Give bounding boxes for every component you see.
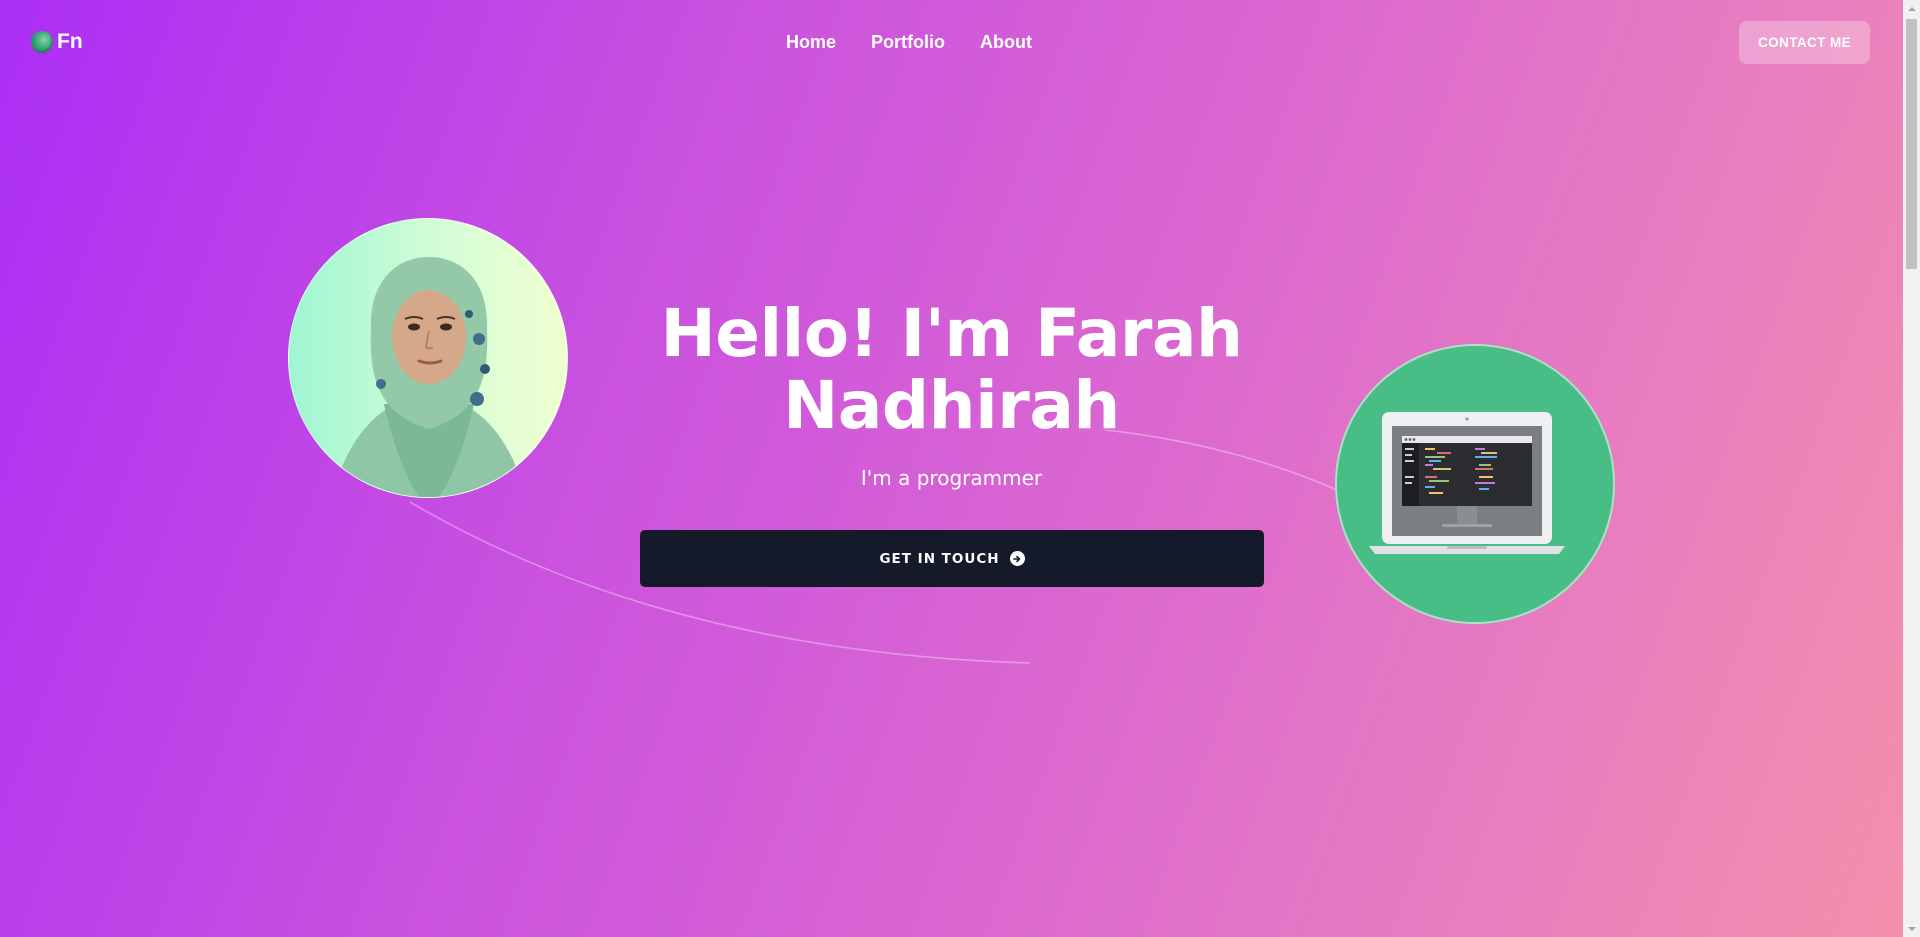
hero-title-line2: Nadhirah — [783, 367, 1120, 444]
laptop-icon — [1369, 412, 1565, 554]
profile-portrait-illustration — [331, 257, 527, 497]
profile-photo — [288, 218, 568, 498]
main-nav: Home Portfolio About — [786, 31, 1032, 53]
logo-text: Fn — [57, 30, 83, 53]
get-in-touch-button[interactable]: GET IN TOUCH — [640, 530, 1264, 587]
nav-link-about[interactable]: About — [980, 31, 1032, 53]
contact-me-button[interactable]: CONTACT ME — [1739, 21, 1870, 64]
scroll-up-icon[interactable] — [1903, 0, 1920, 17]
landing-page: Fn Home Portfolio About CONTACT ME Hello… — [0, 0, 1903, 937]
vertical-scrollbar[interactable] — [1903, 0, 1920, 937]
nav-link-home[interactable]: Home — [786, 31, 836, 53]
laptop-illustration — [1335, 344, 1615, 624]
hero-title-line1: Hello! I'm Farah — [660, 295, 1243, 372]
nav-link-portfolio[interactable]: Portfolio — [871, 31, 945, 53]
hero-subtitle: I'm a programmer — [860, 466, 1043, 490]
scroll-thumb[interactable] — [1906, 19, 1917, 269]
logo[interactable]: Fn — [31, 30, 83, 54]
scroll-down-icon[interactable] — [1903, 920, 1920, 937]
logo-icon — [31, 31, 53, 53]
get-in-touch-label: GET IN TOUCH — [879, 550, 1000, 567]
arrow-circle-right-icon — [1009, 551, 1025, 566]
hero-title: Hello! I'm Farah Nadhirah — [640, 298, 1263, 442]
